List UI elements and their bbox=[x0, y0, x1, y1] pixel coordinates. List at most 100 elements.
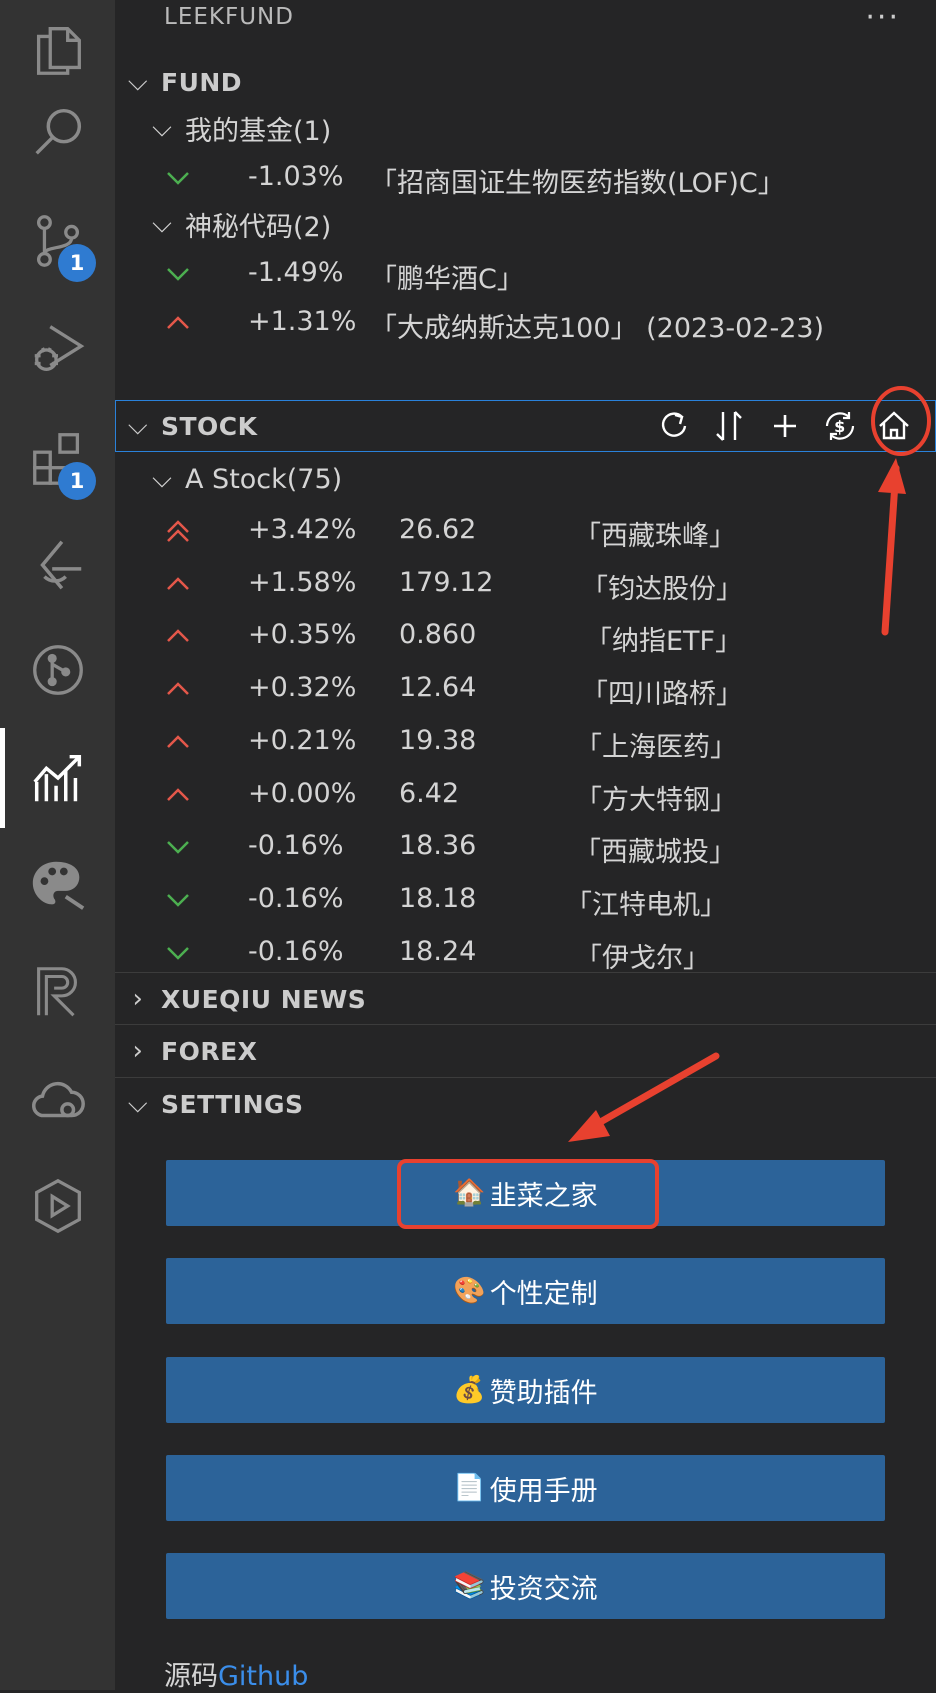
fund-row[interactable]: +1.31% 「大成纳斯达克100」 (2023-02-23) bbox=[115, 297, 936, 349]
stock-price: 12.64 bbox=[399, 672, 477, 704]
stock-change: +1.58% bbox=[248, 566, 357, 598]
r-logo-icon[interactable] bbox=[0, 942, 115, 1042]
play-hexagon-icon[interactable] bbox=[0, 1156, 115, 1256]
forex-section-header[interactable]: › FOREX bbox=[115, 1024, 936, 1077]
palette-emoji-icon: 🎨 bbox=[453, 1276, 486, 1306]
stock-name: 「方大特钢」 bbox=[575, 784, 737, 816]
ai-assistant-icon[interactable] bbox=[0, 515, 115, 615]
community-button[interactable]: 📚 投资交流 bbox=[166, 1553, 885, 1619]
chevron-down-icon: ⌵ bbox=[152, 208, 172, 239]
stock-price: 18.24 bbox=[399, 935, 477, 967]
fund-name: 「大成纳斯达克100」 (2023-02-23) bbox=[370, 313, 825, 344]
stock-name: 「四川路桥」 bbox=[581, 679, 743, 711]
stock-row[interactable]: +0.35% 0.860 「纳指ETF」 bbox=[115, 610, 936, 662]
stock-change: +0.21% bbox=[248, 724, 357, 756]
refresh-icon[interactable] bbox=[654, 406, 694, 446]
git-graph-icon[interactable] bbox=[0, 620, 115, 720]
chevron-down-icon: ⌵ bbox=[127, 1088, 149, 1119]
xueqiu-news-title: XUEQIU NEWS bbox=[161, 984, 367, 1014]
forex-title: FOREX bbox=[161, 1036, 258, 1066]
fund-change: -1.03% bbox=[248, 161, 344, 192]
more-actions-button[interactable]: ··· bbox=[865, 0, 900, 35]
stock-name: 「西藏城投」 bbox=[574, 837, 736, 869]
manual-button[interactable]: 📄 使用手册 bbox=[166, 1455, 885, 1521]
document-icon: 📄 bbox=[453, 1473, 486, 1503]
leek-home-button[interactable]: 🏠 韭菜之家 bbox=[166, 1160, 885, 1226]
search-icon[interactable] bbox=[0, 82, 115, 182]
chevron-down-icon: ⌵ bbox=[152, 112, 172, 143]
stock-section-header[interactable]: ⌵ STOCK $ bbox=[115, 400, 936, 452]
fund-group-secret-code[interactable]: ⌵ 神秘代码(2) bbox=[139, 198, 331, 250]
stock-row[interactable]: -0.16% 18.24 「伊戈尔」 bbox=[115, 927, 936, 979]
fund-group-label: 神秘代码(2) bbox=[185, 211, 332, 243]
house-icon: 🏠 bbox=[453, 1178, 486, 1208]
fund-row[interactable]: -1.49% 「鹏华酒C」 bbox=[115, 248, 936, 300]
currency-switch-icon[interactable]: $ bbox=[820, 406, 860, 446]
stock-row[interactable]: +3.42% 26.62 「西藏珠峰」 bbox=[115, 505, 936, 557]
stock-price: 18.36 bbox=[399, 830, 477, 862]
fund-group-my-funds[interactable]: ⌵ 我的基金(1) bbox=[139, 102, 331, 154]
github-link[interactable]: Github bbox=[218, 1661, 308, 1692]
chevron-down-icon: ⌵ bbox=[152, 463, 172, 494]
stock-price: 6.42 bbox=[399, 777, 460, 809]
source-line: 源码Github bbox=[164, 1654, 308, 1693]
fund-name: 「鹏华酒C」 bbox=[370, 264, 524, 295]
trend-up-icon bbox=[167, 735, 189, 748]
settings-title: SETTINGS bbox=[161, 1089, 304, 1119]
button-label: 个性定制 bbox=[489, 1278, 598, 1310]
stock-name: 「钧达股份」 bbox=[581, 573, 743, 605]
customize-button[interactable]: 🎨 个性定制 bbox=[166, 1258, 885, 1324]
stock-name: 「西藏珠峰」 bbox=[574, 521, 736, 552]
stock-group-a-stock[interactable]: ⌵ A Stock(75) bbox=[139, 453, 342, 505]
stock-change: -0.16% bbox=[248, 830, 344, 862]
trend-strong-up-icon bbox=[167, 520, 189, 542]
stock-change: +0.00% bbox=[248, 777, 357, 809]
stock-price: 19.38 bbox=[399, 724, 477, 756]
stock-price: 179.12 bbox=[399, 566, 494, 598]
settings-section-header[interactable]: ⌵ SETTINGS bbox=[115, 1077, 936, 1130]
trend-down-icon bbox=[167, 894, 189, 907]
add-icon[interactable] bbox=[765, 406, 805, 446]
extensions-icon[interactable]: 1 bbox=[0, 408, 115, 508]
leek-home-icon[interactable] bbox=[874, 406, 914, 446]
stock-row[interactable]: +0.00% 6.42 「方大特钢」 bbox=[115, 769, 936, 821]
run-debug-icon[interactable] bbox=[0, 298, 115, 398]
trend-down-icon bbox=[167, 841, 189, 854]
stock-row[interactable]: -0.16% 18.36 「西藏城投」 bbox=[115, 821, 936, 873]
stock-name: 「伊戈尔」 bbox=[575, 942, 710, 974]
palette-icon[interactable] bbox=[0, 835, 115, 935]
fund-row[interactable]: -1.03% 「招商国证生物医药指数(LOF)C」 bbox=[115, 152, 936, 204]
trend-up-icon bbox=[167, 576, 189, 590]
button-label: 赞助插件 bbox=[489, 1377, 598, 1409]
chevron-right-icon: › bbox=[132, 984, 144, 1014]
stock-change: +0.32% bbox=[248, 672, 357, 704]
button-label: 韭菜之家 bbox=[489, 1180, 598, 1212]
trend-up-icon bbox=[167, 316, 189, 329]
chevron-right-icon: › bbox=[132, 1036, 144, 1066]
source-control-icon[interactable]: 1 bbox=[0, 190, 115, 290]
leekfund-chart-icon[interactable] bbox=[0, 728, 115, 828]
xueqiu-news-section-header[interactable]: › XUEQIU NEWS bbox=[115, 972, 936, 1025]
trend-up-icon bbox=[167, 629, 189, 643]
fund-change: +1.31% bbox=[248, 306, 357, 337]
chevron-down-icon: ⌵ bbox=[127, 66, 149, 97]
books-icon: 📚 bbox=[453, 1571, 486, 1601]
stock-name: 「江特电机」 bbox=[565, 889, 727, 921]
money-bag-icon: 💰 bbox=[453, 1375, 486, 1405]
stock-price: 18.18 bbox=[399, 882, 477, 914]
sort-icon[interactable] bbox=[709, 406, 749, 446]
stock-row[interactable]: -0.16% 18.18 「江特电机」 bbox=[115, 874, 936, 926]
stock-price: 26.62 bbox=[399, 514, 477, 545]
stock-row[interactable]: +1.58% 179.12 「钧达股份」 bbox=[115, 558, 936, 610]
trend-up-icon bbox=[167, 787, 189, 801]
stock-change: -0.16% bbox=[248, 935, 344, 967]
sponsor-button[interactable]: 💰 赞助插件 bbox=[166, 1357, 885, 1423]
cloud-icon[interactable] bbox=[0, 1050, 115, 1150]
extensions-badge: 1 bbox=[58, 462, 96, 500]
stock-change: +3.42% bbox=[248, 514, 357, 545]
stock-row[interactable]: +0.32% 12.64 「四川路桥」 bbox=[115, 663, 936, 715]
fund-group-label: 我的基金(1) bbox=[185, 115, 332, 147]
stock-row[interactable]: +0.21% 19.38 「上海医药」 bbox=[115, 716, 936, 768]
trend-down-icon bbox=[167, 268, 189, 281]
fund-section-header[interactable]: ⌵ FUND bbox=[115, 56, 936, 108]
